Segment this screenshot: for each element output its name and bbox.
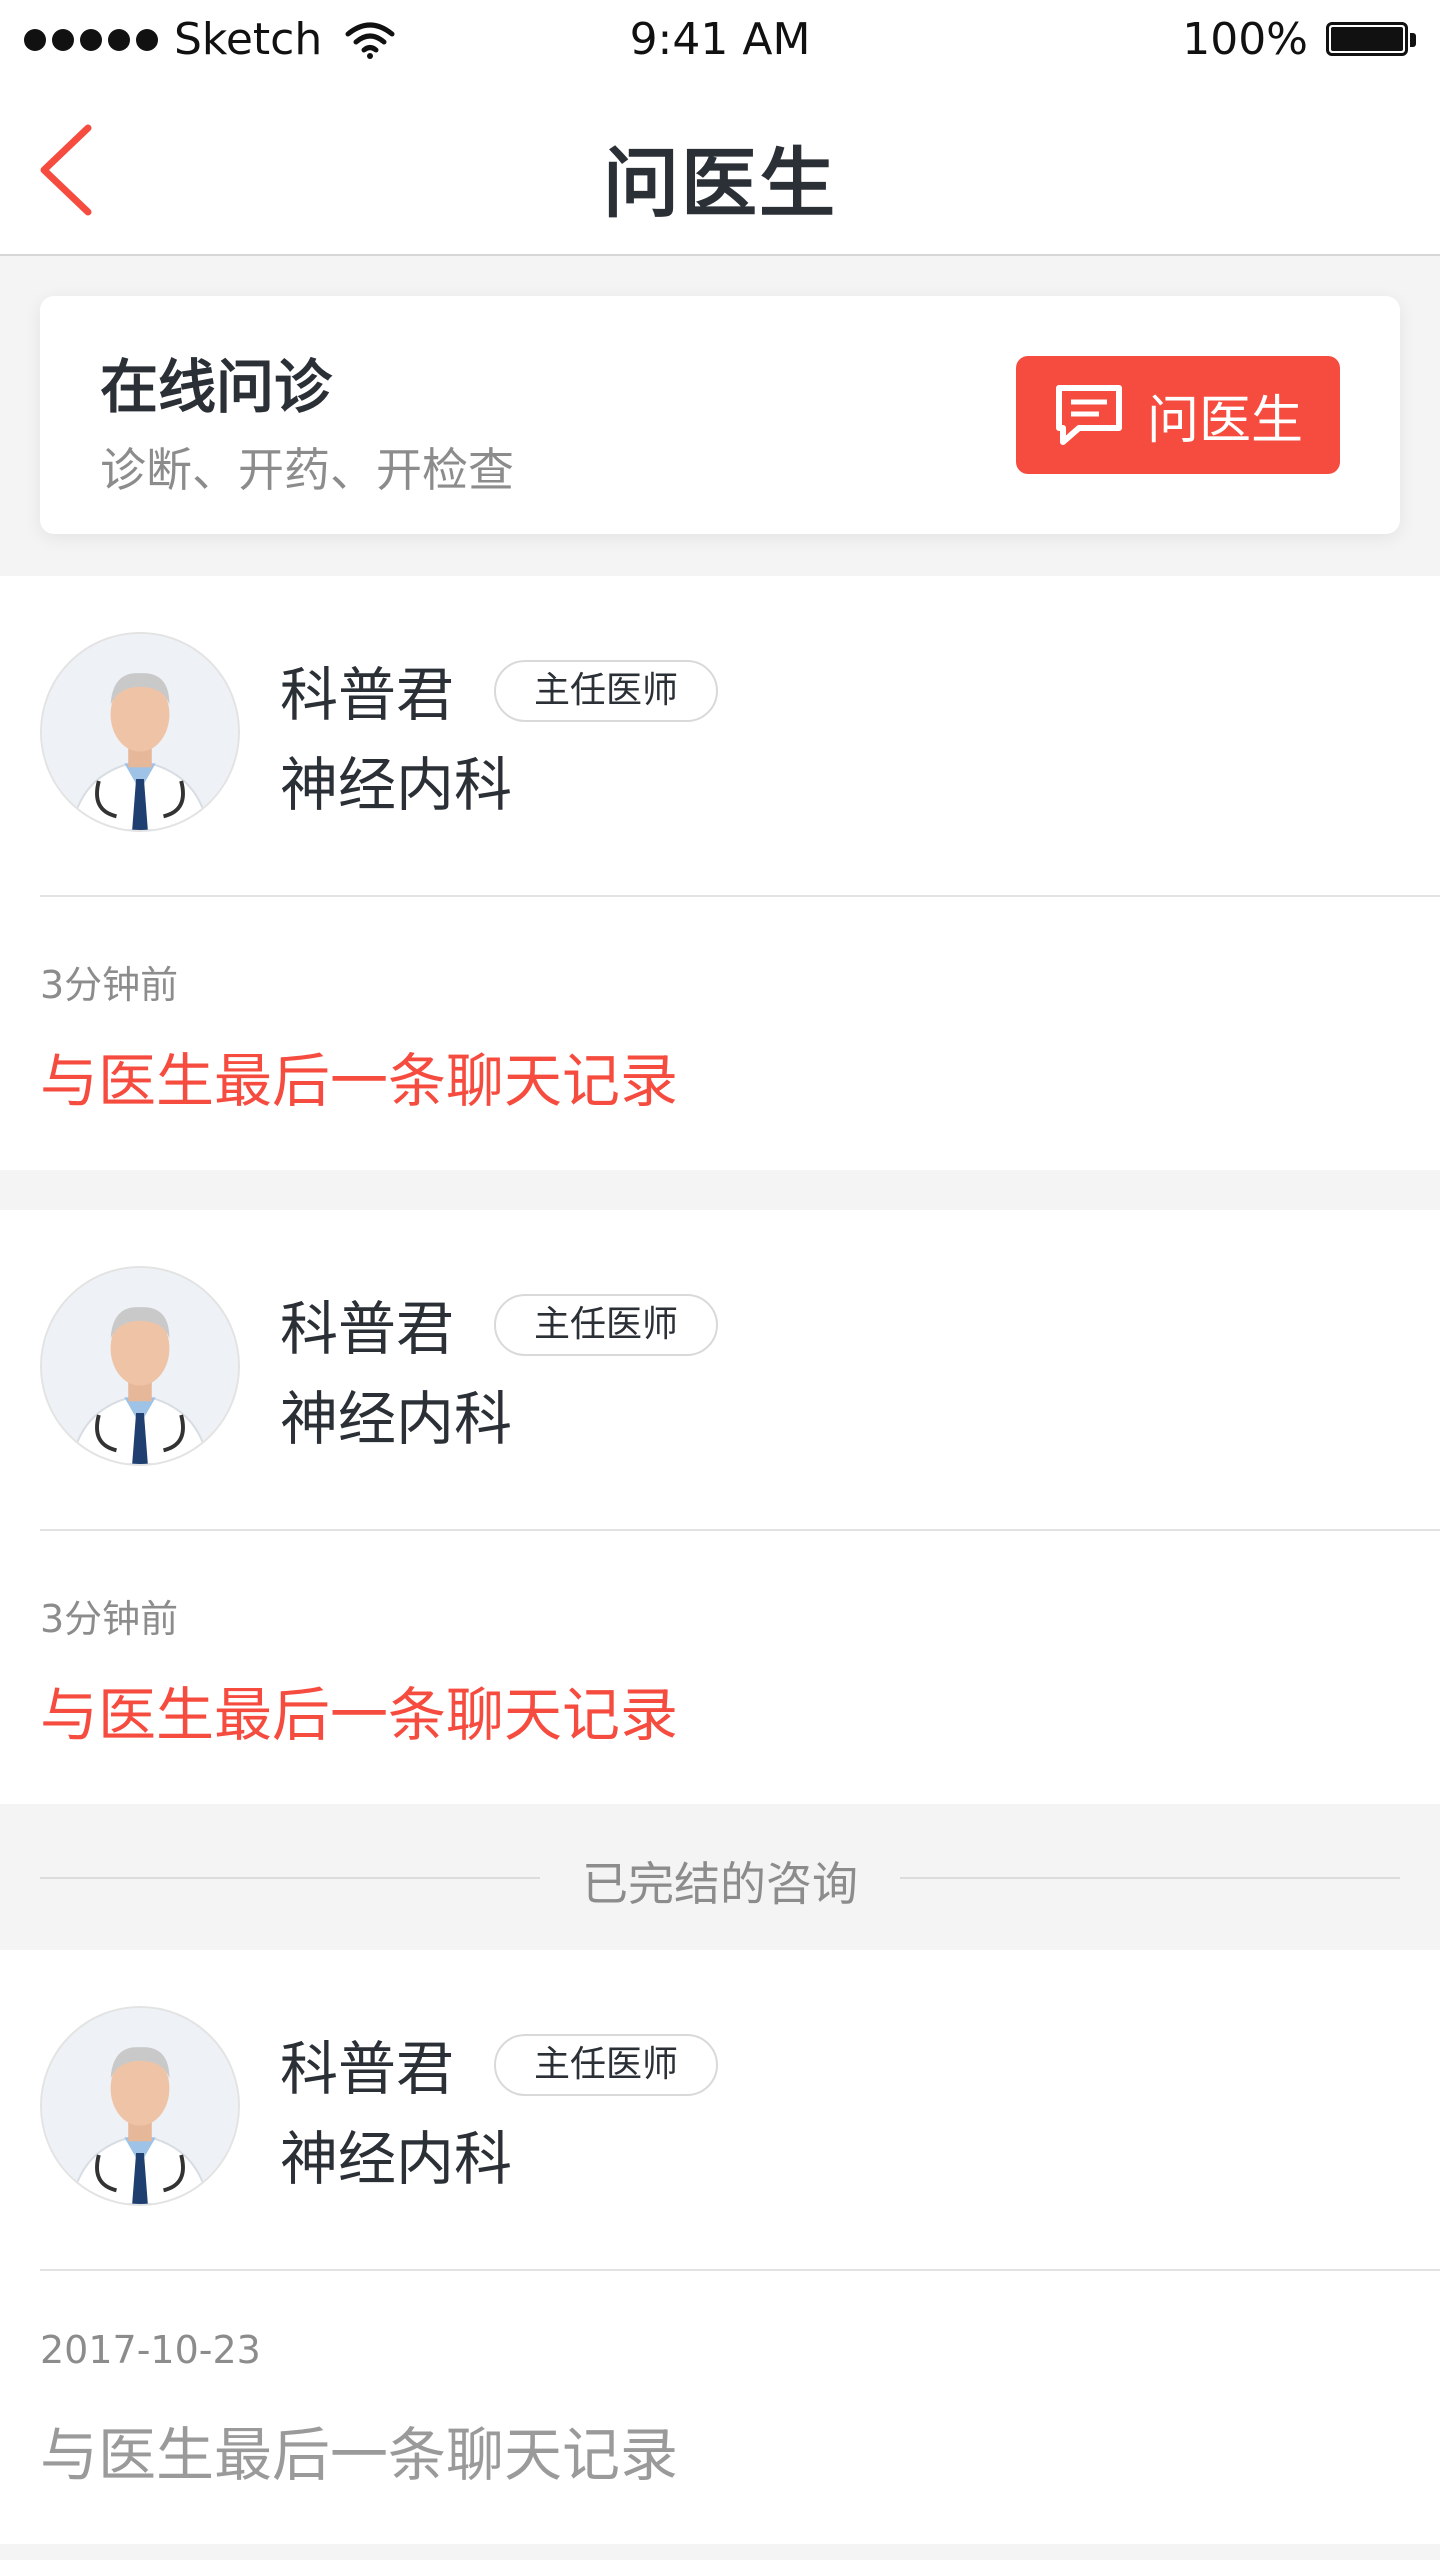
- doctor-department: 神经内科: [280, 2125, 513, 2193]
- page-title: 问医生: [603, 139, 837, 228]
- closed-section-header: 已完结的咨询: [0, 1804, 1440, 1950]
- battery-percent: 100%: [1182, 14, 1308, 65]
- doctor-avatar: [40, 2006, 240, 2206]
- chat-bubble-icon: [1055, 385, 1122, 445]
- item-divider: [40, 895, 1440, 897]
- doctor-avatar: [40, 1266, 240, 1466]
- consultation-item[interactable]: 科普君 主任医师 神经内科 3分钟前 与医生最后一条聊天记录: [0, 576, 1440, 1170]
- last-message: 与医生最后一条聊天记录: [40, 1047, 679, 1115]
- doctor-department: 神经内科: [280, 751, 513, 819]
- doctor-name: 科普君: [280, 661, 455, 729]
- ask-doctor-button[interactable]: 问医生: [1016, 356, 1340, 474]
- consultation-time: 3分钟前: [40, 1597, 179, 1641]
- consult-card-title: 在线问诊: [100, 353, 333, 421]
- closed-section-label: 已完结的咨询: [582, 1857, 858, 1911]
- status-bar: Sketch 9:41 AM 100%: [0, 0, 1440, 82]
- status-right: 100%: [1182, 14, 1418, 65]
- item-divider: [40, 1529, 1440, 1531]
- item-divider: [40, 2269, 1440, 2271]
- ask-doctor-page: Sketch 9:41 AM 100% 问医生 在线问诊 诊断、开药、开检查 问…: [0, 0, 1440, 2560]
- doctor-department: 神经内科: [280, 1385, 513, 1453]
- doctor-name: 科普君: [280, 1295, 455, 1363]
- online-consult-card: 在线问诊 诊断、开药、开检查 问医生: [40, 296, 1400, 534]
- nav-bar: 问医生: [0, 82, 1440, 256]
- doctor-title-badge: 主任医师: [494, 660, 718, 722]
- consultation-item[interactable]: 科普君 主任医师 神经内科 3分钟前 与医生最后一条聊天记录: [0, 1210, 1440, 1804]
- last-message: 与医生最后一条聊天记录: [40, 2421, 679, 2489]
- closed-consultation-item[interactable]: 科普君 主任医师 神经内科 2017-10-23 与医生最后一条聊天记录: [0, 1950, 1440, 2544]
- doctor-title-badge: 主任医师: [494, 1294, 718, 1356]
- doctor-title-badge: 主任医师: [494, 2034, 718, 2096]
- ask-doctor-button-label: 问医生: [1146, 390, 1303, 451]
- doctor-name: 科普君: [280, 2035, 455, 2103]
- doctor-avatar: [40, 632, 240, 832]
- consult-card-subtitle: 诊断、开药、开检查: [100, 443, 514, 497]
- last-message: 与医生最后一条聊天记录: [40, 1681, 679, 1749]
- consultation-time: 3分钟前: [40, 963, 179, 1007]
- battery-icon: [1326, 20, 1418, 60]
- consultation-time: 2017-10-23: [40, 2328, 261, 2372]
